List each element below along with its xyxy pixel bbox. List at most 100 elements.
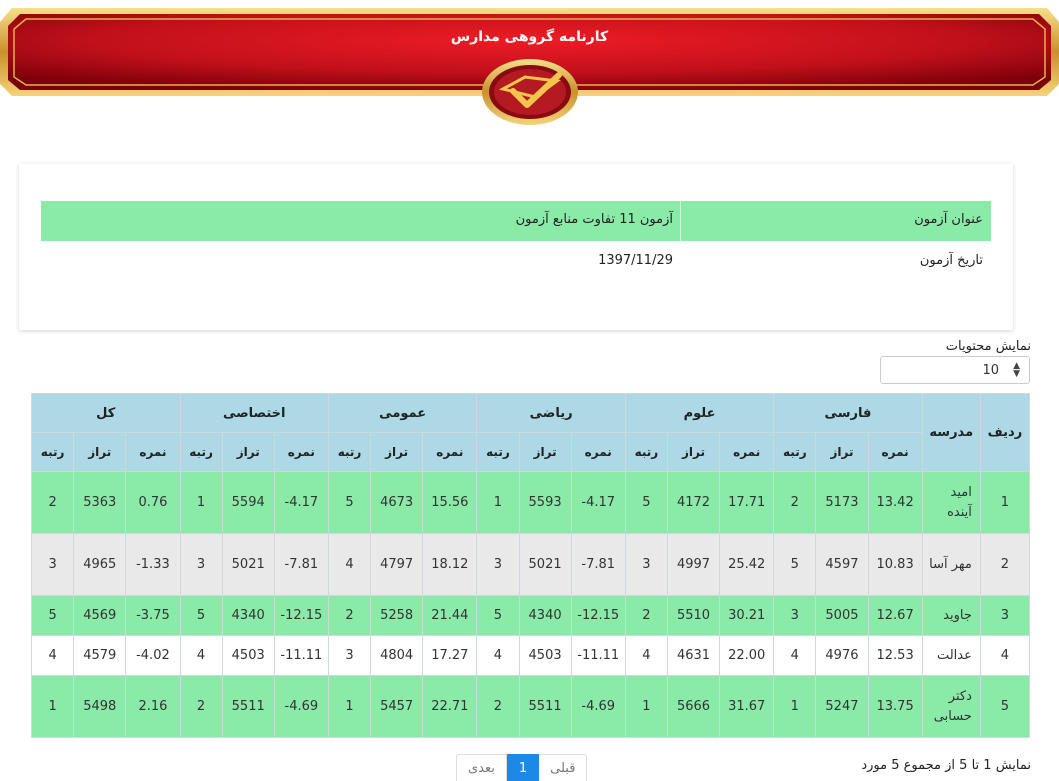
- sub-header-score[interactable]: نمره: [570, 432, 626, 472]
- school-header[interactable]: مدرسه: [921, 393, 981, 472]
- value-cell-scaled: 4976: [815, 635, 869, 676]
- value-cell-scaled: 4997: [666, 533, 721, 596]
- value-cell-score: 10.83: [867, 533, 923, 596]
- table-row: 1 امید آینده 13.42 5173 2 17.71 4172 5 -4.17 5593…: [30, 471, 1031, 534]
- sub-header-rank[interactable]: رتبه: [476, 432, 520, 472]
- value-cell-rank: 3: [327, 635, 372, 676]
- value-cell-scaled: 5021: [518, 533, 572, 596]
- sub-header-score[interactable]: نمره: [719, 432, 775, 472]
- value-cell-score: 2.16: [125, 675, 181, 738]
- value-cell-score: 21.44: [422, 595, 478, 636]
- sub-header-scaled[interactable]: تراز: [666, 432, 721, 472]
- sub-header-scaled[interactable]: تراز: [815, 432, 869, 472]
- value-cell-rank: 3: [476, 533, 520, 596]
- current-page-button[interactable]: 1: [506, 754, 540, 781]
- sub-header-score[interactable]: نمره: [273, 432, 329, 472]
- sub-header-rank[interactable]: رتبه: [179, 432, 223, 472]
- sub-header-rank[interactable]: رتبه: [327, 432, 372, 472]
- group-header-science: علوم: [624, 393, 775, 433]
- value-cell-score: -1.33: [125, 533, 181, 596]
- row-number-cell: 5: [979, 675, 1031, 738]
- value-cell-score: -4.69: [273, 675, 329, 738]
- value-cell-score: -12.15: [273, 595, 329, 636]
- value-cell-score: -7.81: [570, 533, 626, 596]
- row-number-cell: 3: [979, 595, 1031, 636]
- value-cell-score: 17.71: [719, 471, 775, 534]
- value-cell-scaled: 5363: [73, 471, 127, 534]
- sub-header-scaled[interactable]: تراز: [370, 432, 424, 472]
- exam-title-label: عنوان آزمون: [914, 212, 983, 227]
- value-cell-rank: 1: [476, 471, 520, 534]
- sub-header-scaled[interactable]: تراز: [73, 432, 127, 472]
- value-cell-score: -4.17: [273, 471, 329, 534]
- value-cell-rank: 3: [30, 533, 75, 596]
- value-cell-score: 12.53: [867, 635, 923, 676]
- sub-header-rank[interactable]: رتبه: [624, 432, 668, 472]
- value-cell-scaled: 4569: [73, 595, 127, 636]
- exam-date-label: تاریخ آزمون: [919, 253, 983, 268]
- value-cell-score: 12.67: [867, 595, 923, 636]
- page-length-value: 10: [982, 363, 999, 378]
- value-cell-rank: 2: [476, 675, 520, 738]
- value-cell-scaled: 5666: [666, 675, 721, 738]
- value-cell-score: -11.11: [273, 635, 329, 676]
- value-cell-rank: 4: [179, 635, 223, 676]
- sub-header-scaled[interactable]: تراز: [221, 432, 275, 472]
- value-cell-scaled: 4579: [73, 635, 127, 676]
- value-cell-rank: 5: [327, 471, 372, 534]
- table-body: 1 امید آینده 13.42 5173 2 17.71 4172 5 -4.17 5593…: [30, 471, 1031, 738]
- value-cell-rank: 2: [30, 471, 75, 534]
- value-cell-score: -11.11: [570, 635, 626, 676]
- value-cell-scaled: 4673: [370, 471, 424, 534]
- value-cell-rank: 1: [179, 471, 223, 534]
- length-label: نمایش محتویات: [945, 339, 1031, 354]
- value-cell-rank: 4: [327, 533, 372, 596]
- value-cell-score: -4.17: [570, 471, 626, 534]
- value-cell-scaled: 4631: [666, 635, 721, 676]
- table-row: 5 دکتر حسابی 13.75 5247 1 31.67 5666 1 -4.69 5511…: [30, 675, 1031, 738]
- group-header-specialized: اختصاصی: [179, 393, 329, 433]
- value-cell-rank: 2: [179, 675, 223, 738]
- group-header-total: کل: [31, 393, 181, 433]
- row-number-header[interactable]: ردیف: [979, 393, 1031, 472]
- school-name-cell: جاوید: [921, 595, 981, 636]
- table-info-text: نمایش 1 تا 5 از مجموع 5 مورد: [861, 758, 1031, 773]
- value-cell-score: 18.12: [422, 533, 478, 596]
- sub-header-scaled[interactable]: تراز: [518, 432, 572, 472]
- value-cell-rank: 4: [624, 635, 668, 676]
- value-cell-scaled: 4503: [221, 635, 275, 676]
- exam-date-row: تاریخ آزمون 1397/11/29: [41, 242, 991, 282]
- exam-date-value: 1397/11/29: [598, 253, 673, 268]
- sub-header-rank[interactable]: رتبه: [773, 432, 817, 472]
- value-cell-rank: 4: [30, 635, 75, 676]
- value-cell-rank: 2: [773, 471, 817, 534]
- next-page-button[interactable]: بعدی: [456, 754, 507, 781]
- school-name-cell: دکتر حسابی: [921, 675, 981, 738]
- row-number-cell: 2: [979, 533, 1031, 596]
- sub-header-score[interactable]: نمره: [422, 432, 478, 472]
- school-name-cell: عدالت: [921, 635, 981, 676]
- sub-header-row: نمره تراز رتبه نمره تراز رتبه نمره تراز رتبه نمره…: [30, 432, 1030, 472]
- value-cell-rank: 2: [327, 595, 372, 636]
- value-cell-rank: 5: [773, 533, 817, 596]
- sub-header-score[interactable]: نمره: [867, 432, 923, 472]
- value-cell-scaled: 5593: [518, 471, 572, 534]
- value-cell-rank: 2: [624, 595, 668, 636]
- value-cell-scaled: 4340: [221, 595, 275, 636]
- value-cell-scaled: 5005: [815, 595, 869, 636]
- page-length-select[interactable]: 10 ▲ ▼: [880, 356, 1030, 384]
- banner-title: کارنامه گروهی مدارس: [450, 29, 609, 45]
- value-cell-scaled: 5021: [221, 533, 275, 596]
- sub-header-score[interactable]: نمره: [125, 432, 181, 472]
- group-header-math: ریاضی: [476, 393, 626, 433]
- school-name-cell: مهر آسا: [921, 533, 981, 596]
- value-cell-rank: 5: [179, 595, 223, 636]
- value-cell-score: -3.75: [125, 595, 181, 636]
- previous-page-button[interactable]: قبلی: [539, 754, 588, 781]
- value-cell-scaled: 4172: [666, 471, 721, 534]
- exam-info-card: عنوان آزمون آزمون 11 تفاوت منابع آزمون ت…: [19, 164, 1013, 330]
- value-cell-scaled: 5258: [370, 595, 424, 636]
- sub-header-rank[interactable]: رتبه: [30, 432, 75, 472]
- row-number-cell: 4: [979, 635, 1031, 676]
- value-cell-score: 13.75: [867, 675, 923, 738]
